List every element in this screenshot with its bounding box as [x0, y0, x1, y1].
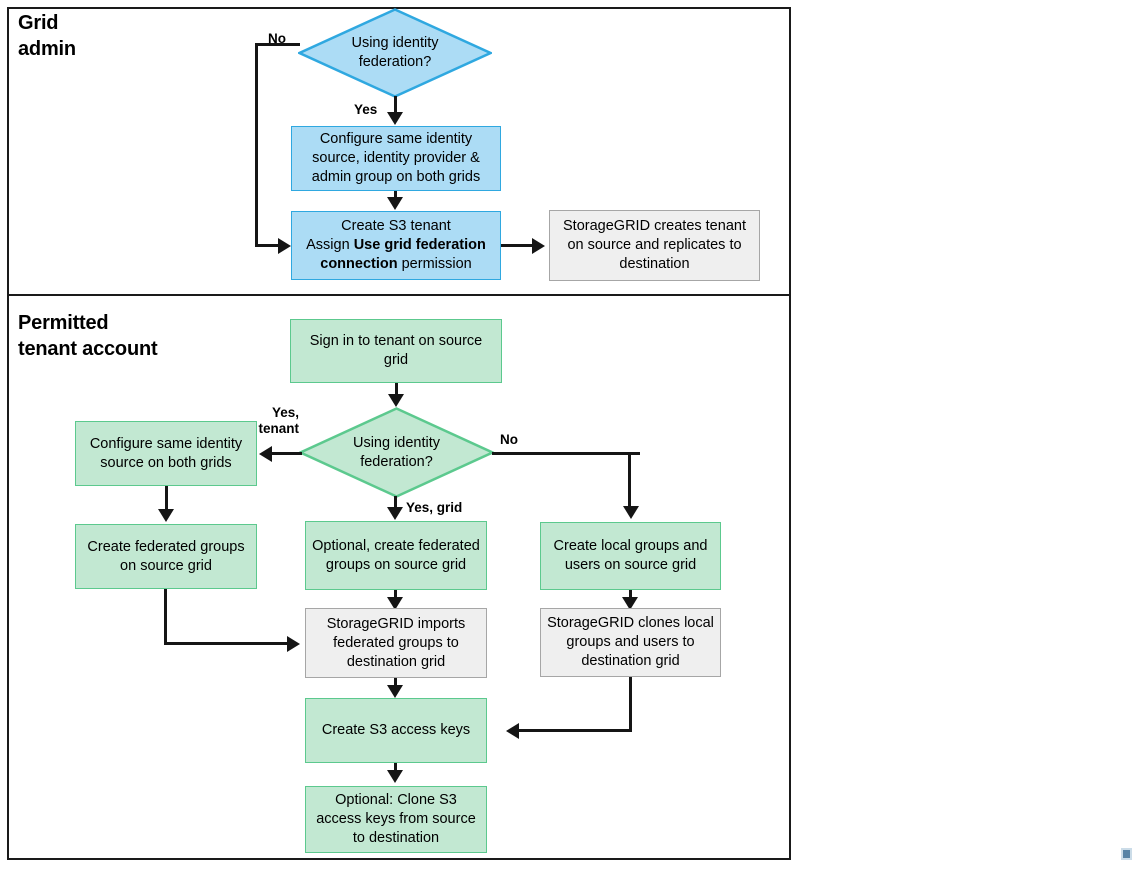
lane-divider [7, 294, 791, 296]
node-label: StorageGRID creates tenant on source and… [563, 218, 746, 272]
edge-admin-no-into-tenant [255, 244, 280, 247]
edge-tenant-yes-tenant [272, 452, 302, 455]
edge-federated-groups-vertical [164, 589, 167, 645]
arrowhead-tenant-yes-tenant [259, 446, 272, 462]
arrowhead-federated-groups-to-imports [287, 636, 300, 652]
edge-label-admin-yes: Yes [354, 102, 378, 117]
node-admin-configure-identity[interactable]: Configure same identity source, identity… [291, 126, 501, 191]
node-label: Sign in to tenant on source grid [309, 333, 483, 368]
node-label: Configure same identity source, identity… [311, 131, 481, 185]
node-label: StorageGRID imports federated groups to … [326, 615, 466, 670]
arrowhead-admin-configure-to-tenant [387, 197, 403, 210]
node-label: Optional: Clone S3 access keys from sour… [316, 792, 476, 846]
arrowhead-configure-to-federated-groups [158, 509, 174, 522]
node-label: Configure same identity source on both g… [89, 435, 243, 471]
edge-tenant-no-horizontal [492, 452, 640, 455]
edge-clones-horizontal [519, 729, 632, 732]
node-label: Create federated groups on source grid [87, 538, 245, 574]
node-storagegrid-clones-local-groups[interactable]: StorageGRID clones local groups and user… [540, 608, 721, 677]
arrowhead-access-keys-to-clone-keys [387, 770, 403, 783]
node-create-s3-access-keys[interactable]: Create S3 access keys [305, 698, 487, 763]
node-create-federated-groups[interactable]: Create federated groups on source grid [75, 524, 257, 589]
node-label-line2-suffix: permission [397, 256, 472, 272]
node-configure-same-identity-source[interactable]: Configure same identity source on both g… [75, 421, 257, 486]
edge-label-admin-no: No [268, 31, 286, 46]
edge-federated-groups-horizontal [164, 642, 289, 645]
edge-tenant-no-vertical [628, 452, 631, 509]
node-optional-clone-s3-access-keys[interactable]: Optional: Clone S3 access keys from sour… [305, 786, 487, 853]
diagram-canvas: Grid admin Permitted tenant account Usin… [0, 0, 1141, 869]
edge-admin-tenant-to-storagegrid [501, 244, 534, 247]
node-optional-create-federated-groups[interactable]: Optional, create federated groups on sou… [305, 521, 487, 590]
arrowhead-imports-to-access-keys [387, 685, 403, 698]
node-label: StorageGRID clones local groups and user… [547, 615, 714, 669]
edge-admin-no-vertical [255, 43, 258, 247]
node-admin-identity-federation-decision[interactable]: Using identity federation? [298, 8, 492, 98]
node-storagegrid-creates-tenant[interactable]: StorageGRID creates tenant on source and… [549, 210, 760, 281]
node-tenant-identity-federation-decision[interactable]: Using identity federation? [299, 407, 494, 498]
arrowhead-tenant-yes-grid [387, 507, 403, 520]
arrowhead-admin-no [278, 238, 291, 254]
node-label: Using identity federation? [352, 434, 441, 470]
arrowhead-signin-to-decision [388, 394, 404, 407]
lane-title-tenant: Permitted tenant account [18, 312, 158, 360]
corner-marker-icon [1121, 848, 1132, 860]
node-label: Create local groups and users on source … [553, 538, 708, 573]
edge-label-tenant-no: No [500, 432, 518, 447]
node-label: Optional, create federated groups on sou… [312, 537, 480, 573]
arrowhead-admin-tenant-to-storagegrid [532, 238, 545, 254]
node-create-local-groups-and-users[interactable]: Create local groups and users on source … [540, 522, 721, 590]
node-sign-in-to-tenant[interactable]: Sign in to tenant on source grid [290, 319, 502, 383]
edge-label-tenant-yes-grid: Yes, grid [406, 500, 463, 515]
node-admin-create-s3-tenant[interactable]: Create S3 tenant Assign Use grid federat… [291, 211, 501, 280]
node-label: Create S3 access keys [321, 722, 471, 738]
lane-title-grid-admin: Grid admin [18, 12, 76, 60]
node-label: Using identity federation? [351, 35, 439, 70]
arrowhead-clones-to-access-keys [506, 723, 519, 739]
node-label-line2-prefix: Assign [306, 237, 354, 253]
arrowhead-admin-yes [387, 112, 403, 125]
node-label-line1: Create S3 tenant [341, 218, 451, 234]
node-storagegrid-imports-federated-groups[interactable]: StorageGRID imports federated groups to … [305, 608, 487, 678]
arrowhead-tenant-no [623, 506, 639, 519]
node-label-composite: Create S3 tenant Assign Use grid federat… [298, 217, 494, 274]
edge-clones-vertical [629, 677, 632, 731]
